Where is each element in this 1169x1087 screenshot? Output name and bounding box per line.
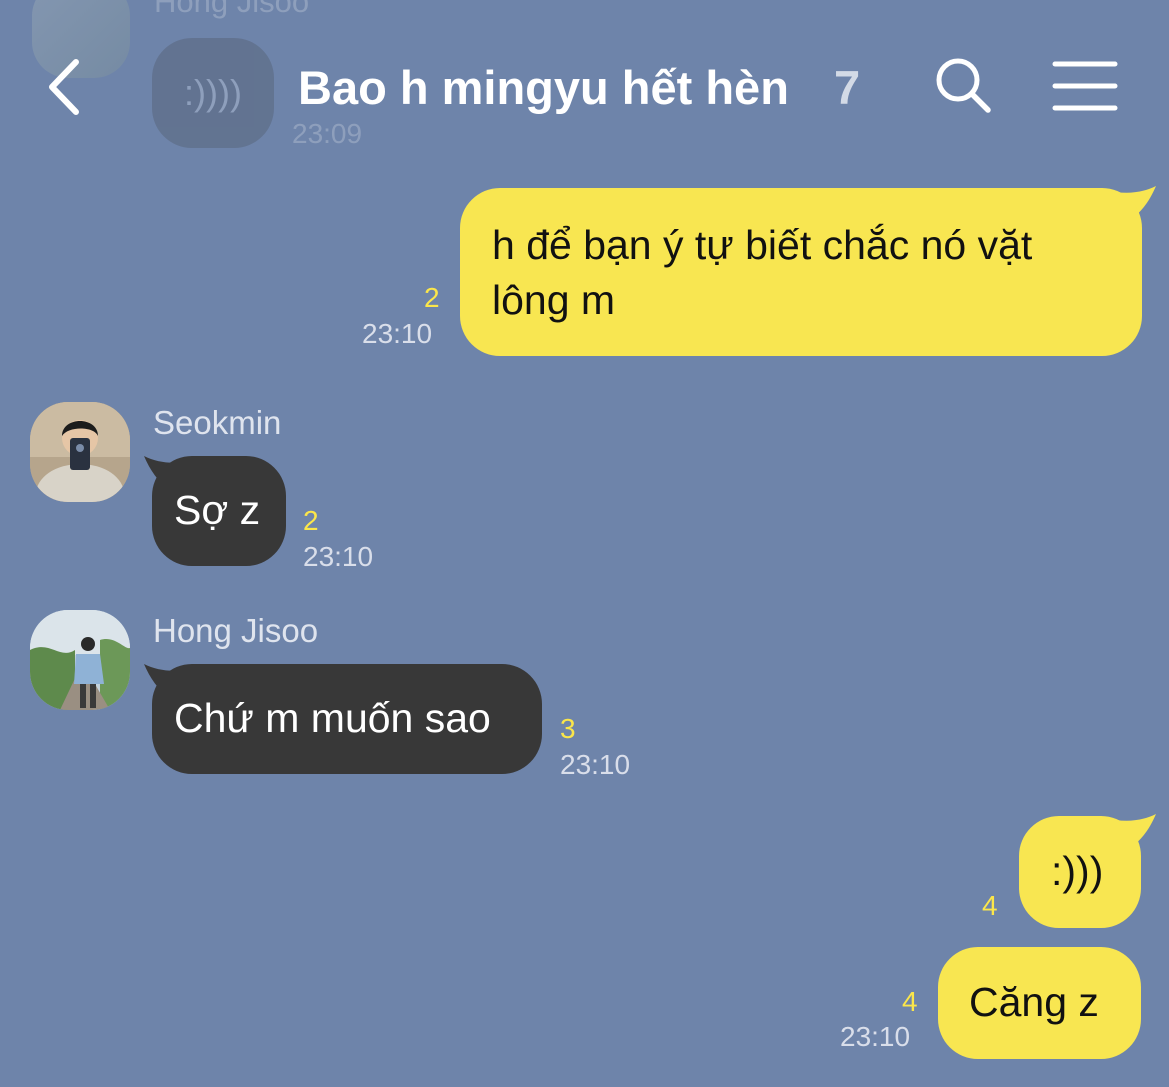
unread-count: 2: [424, 282, 440, 313]
seokmin-avatar[interactable]: [30, 402, 130, 502]
unread-count: 3: [560, 713, 576, 744]
menu-button[interactable]: [1050, 58, 1120, 114]
incoming-message-bubble[interactable]: Sợ z: [152, 456, 286, 566]
member-count: 7: [834, 61, 861, 114]
outgoing-message-bubble[interactable]: :))): [1019, 816, 1141, 928]
message-time: 23:10: [362, 318, 433, 349]
message-text: Sợ z: [174, 487, 261, 533]
chevron-left-icon: [49, 59, 79, 115]
outgoing-message-bubble[interactable]: Căng z: [938, 947, 1141, 1059]
chat-screen: Hong Jisoo :)))) 23:09 Bao h mingyu hết …: [0, 0, 1169, 1087]
search-icon: [936, 58, 991, 113]
message-time: 23:10: [840, 1021, 911, 1052]
message-time: 23:10: [303, 541, 374, 572]
message-text: :))): [1051, 848, 1104, 894]
incoming-message-bubble[interactable]: Chứ m muốn sao: [152, 664, 542, 774]
profile-photo-icon: [30, 610, 130, 710]
message-time: 23:10: [560, 749, 631, 780]
unread-count: 4: [982, 890, 998, 921]
chat-title[interactable]: Bao h mingyu hết hèn: [298, 60, 789, 115]
previous-sender-name: Hong Jisoo: [154, 0, 310, 19]
message-text-line: lông m: [492, 277, 616, 323]
sender-name: Seokmin: [153, 404, 282, 441]
unread-count: 2: [303, 505, 319, 536]
unread-count: 4: [902, 986, 918, 1017]
message-text-line: h để bạn ý tự biết chắc nó vặt: [492, 222, 1033, 268]
back-button[interactable]: [36, 52, 96, 122]
search-button[interactable]: [930, 52, 996, 118]
sender-name: Hong Jisoo: [153, 612, 319, 649]
message-text: Chứ m muốn sao: [174, 695, 491, 741]
chat-header: Bao h mingyu hết hèn 7: [0, 40, 1169, 136]
message-text: Căng z: [969, 979, 1099, 1025]
outgoing-message-bubble[interactable]: h để bạn ý tự biết chắc nó vặt lông m: [460, 188, 1142, 356]
hong-jisoo-avatar[interactable]: [30, 610, 130, 710]
hamburger-menu-icon: [1052, 61, 1118, 111]
profile-photo-icon: [30, 402, 130, 502]
